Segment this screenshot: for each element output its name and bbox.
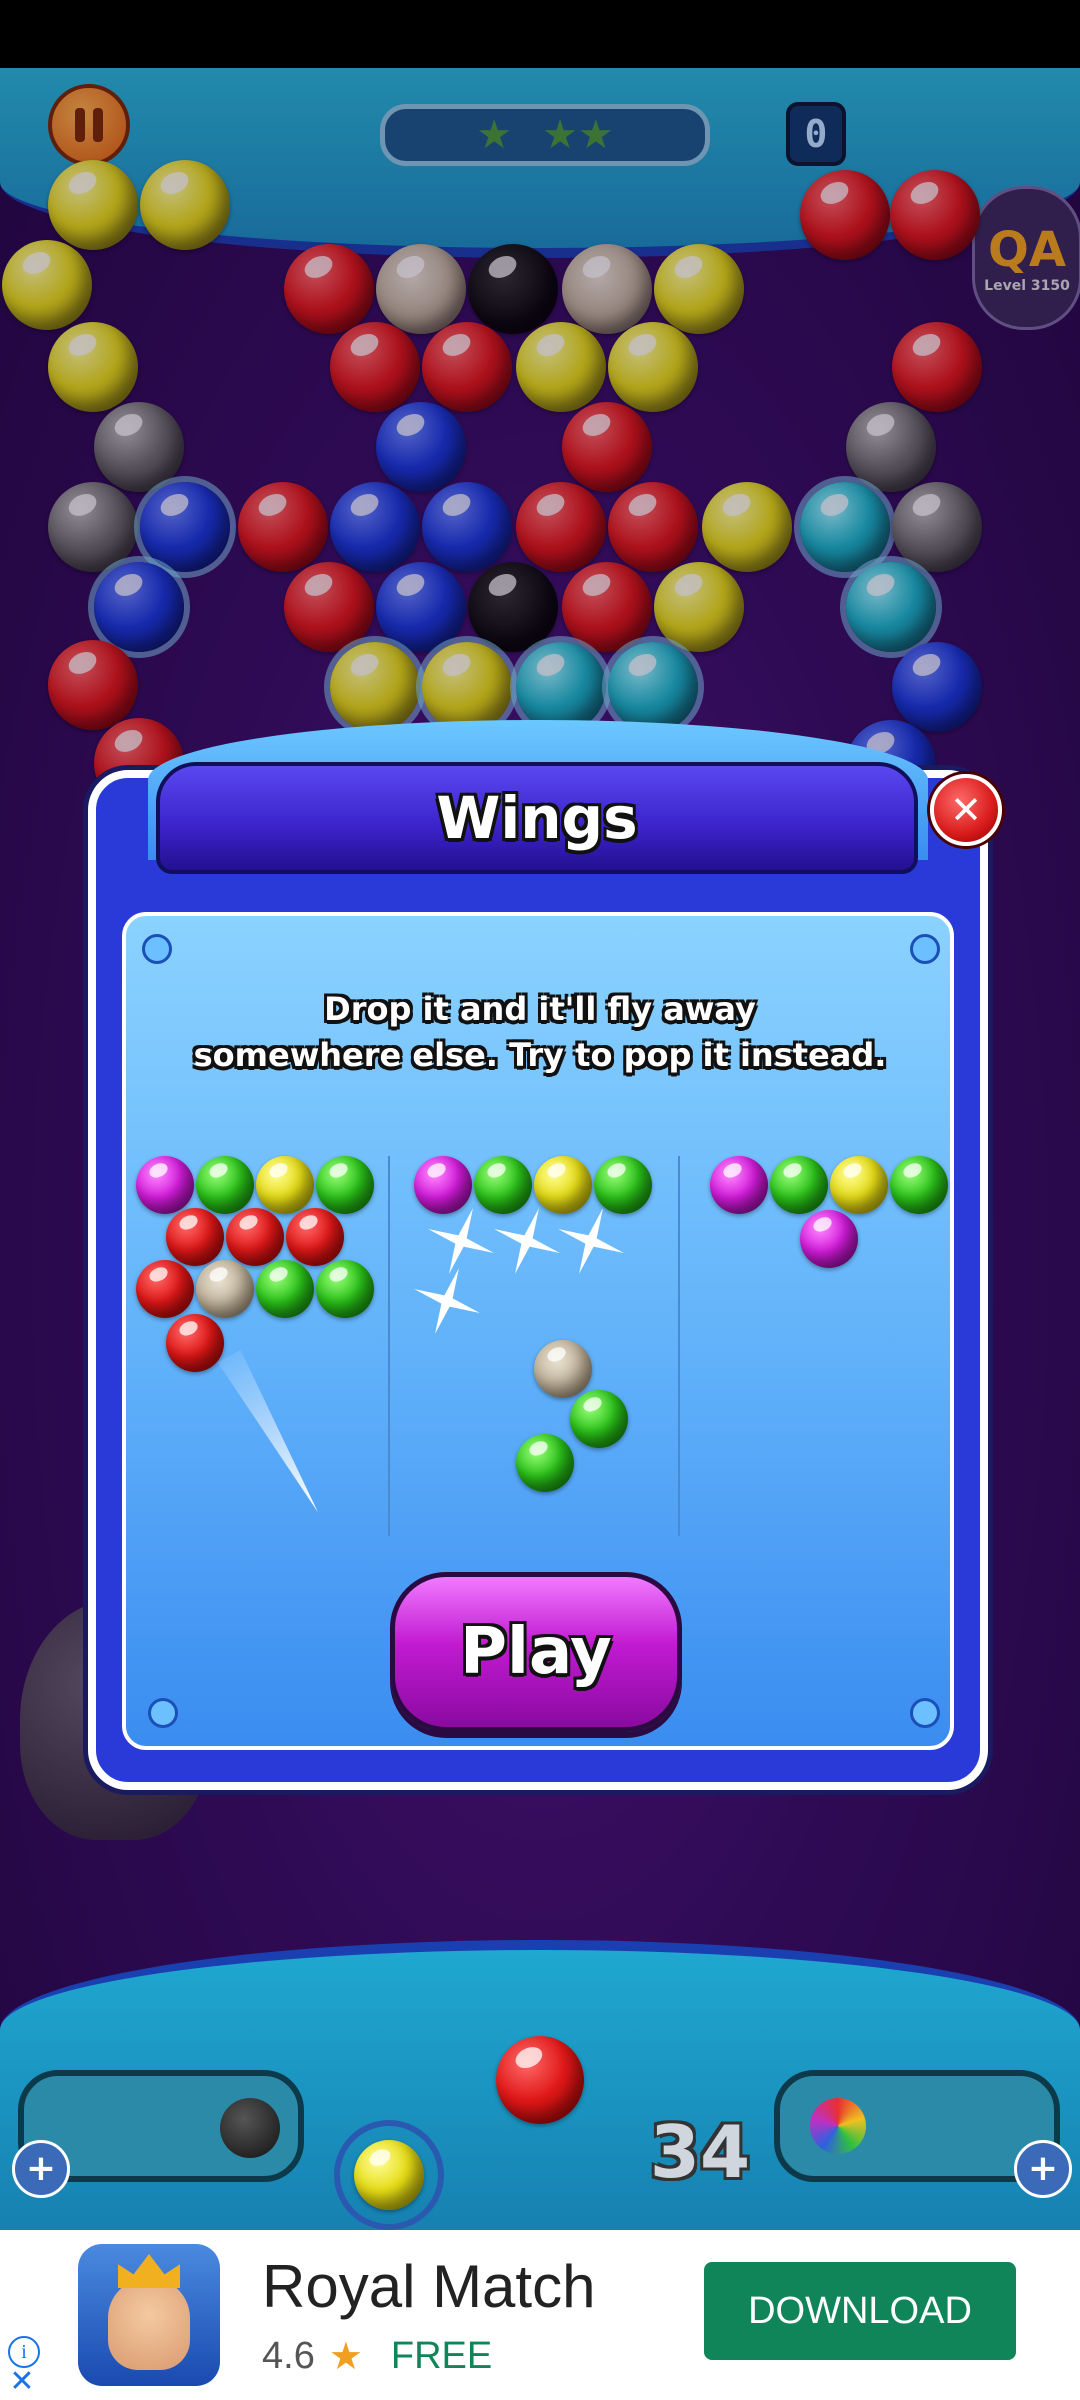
- ad-download-button[interactable]: DOWNLOAD: [704, 2262, 1016, 2360]
- bubble-red: [286, 1208, 344, 1266]
- bomb-icon: [220, 2098, 280, 2158]
- panel-rivet: [148, 1698, 178, 1728]
- ad-app-name[interactable]: Royal Match: [262, 2252, 595, 2321]
- bubble-green: [770, 1156, 828, 1214]
- crown-icon: [118, 2254, 180, 2288]
- star-icon: ★: [328, 2336, 363, 2378]
- bubble-red: [226, 1208, 284, 1266]
- bubble-yellow: [256, 1156, 314, 1214]
- bubble-red: [136, 1260, 194, 1318]
- ad-price: FREE: [390, 2335, 493, 2377]
- bubble-red: [166, 1208, 224, 1266]
- play-label: Play: [460, 1615, 612, 1689]
- popup-title: Wings: [436, 784, 638, 852]
- bubble-green: [570, 1390, 628, 1448]
- bubble-wings: [196, 1260, 254, 1318]
- bubble-green: [316, 1156, 374, 1214]
- bubble-green: [316, 1260, 374, 1318]
- ad-rating: 4.6: [262, 2335, 315, 2377]
- bubble-magenta: [136, 1156, 194, 1214]
- bubble-green: [890, 1156, 948, 1214]
- bubble-yellow: [830, 1156, 888, 1214]
- title-banner: Wings: [156, 762, 918, 874]
- status-bar: [0, 0, 1080, 68]
- game-screen: ★ ★★ 0 QA Level 3150 Wings ✕ Drop it and…: [0, 0, 1080, 2400]
- add-booster-button[interactable]: +: [1014, 2140, 1072, 2198]
- ad-rating-row: 4.6 ★ FREE: [262, 2334, 492, 2379]
- current-shooter-bubble[interactable]: [496, 2036, 584, 2124]
- close-icon: ✕: [950, 788, 982, 832]
- step-divider: [678, 1156, 680, 1536]
- bubble-green: [516, 1434, 574, 1492]
- close-button[interactable]: ✕: [930, 774, 1002, 846]
- bubble-magenta: [710, 1156, 768, 1214]
- ad-banner[interactable]: Royal Match 4.6 ★ FREE DOWNLOAD i ✕: [0, 2230, 1080, 2400]
- play-button[interactable]: Play: [390, 1572, 682, 1732]
- pop-burst-icon: [492, 1206, 562, 1276]
- popup-description: Drop it and it'll fly away somewhere els…: [146, 986, 934, 1078]
- king-icon: [108, 2278, 190, 2370]
- step-divider: [388, 1156, 390, 1536]
- bubble-green: [256, 1260, 314, 1318]
- plus-icon: +: [1027, 2148, 1059, 2189]
- next-bubble[interactable]: [354, 2140, 424, 2210]
- rainbow-ball-icon: [810, 2098, 866, 2154]
- pop-burst-icon: [412, 1266, 482, 1336]
- panel-rivet: [910, 1698, 940, 1728]
- panel-rivet: [142, 934, 172, 964]
- plus-icon: +: [25, 2148, 57, 2189]
- bubble-red: [166, 1314, 224, 1372]
- wings-info-popup: Wings ✕ Drop it and it'll fly away somew…: [88, 720, 1002, 1790]
- description-line-1: Drop it and it'll fly away: [324, 990, 756, 1028]
- add-booster-button[interactable]: +: [12, 2140, 70, 2198]
- ad-app-icon[interactable]: [78, 2244, 220, 2386]
- ad-download-label: DOWNLOAD: [748, 2289, 972, 2332]
- bubble-green: [196, 1156, 254, 1214]
- panel-rivet: [910, 934, 940, 964]
- description-line-2: somewhere else. Try to pop it instead.: [193, 1036, 887, 1074]
- shot-trail: [218, 1350, 325, 1521]
- close-icon[interactable]: ✕: [8, 2367, 36, 2397]
- bubble-magenta: [800, 1210, 858, 1268]
- popup-content-panel: Drop it and it'll fly away somewhere els…: [122, 912, 954, 1750]
- moves-value: 34: [649, 2110, 751, 2194]
- moves-remaining: 34: [640, 2110, 760, 2194]
- pop-burst-icon: [556, 1206, 626, 1276]
- bubble-wings: [534, 1340, 592, 1398]
